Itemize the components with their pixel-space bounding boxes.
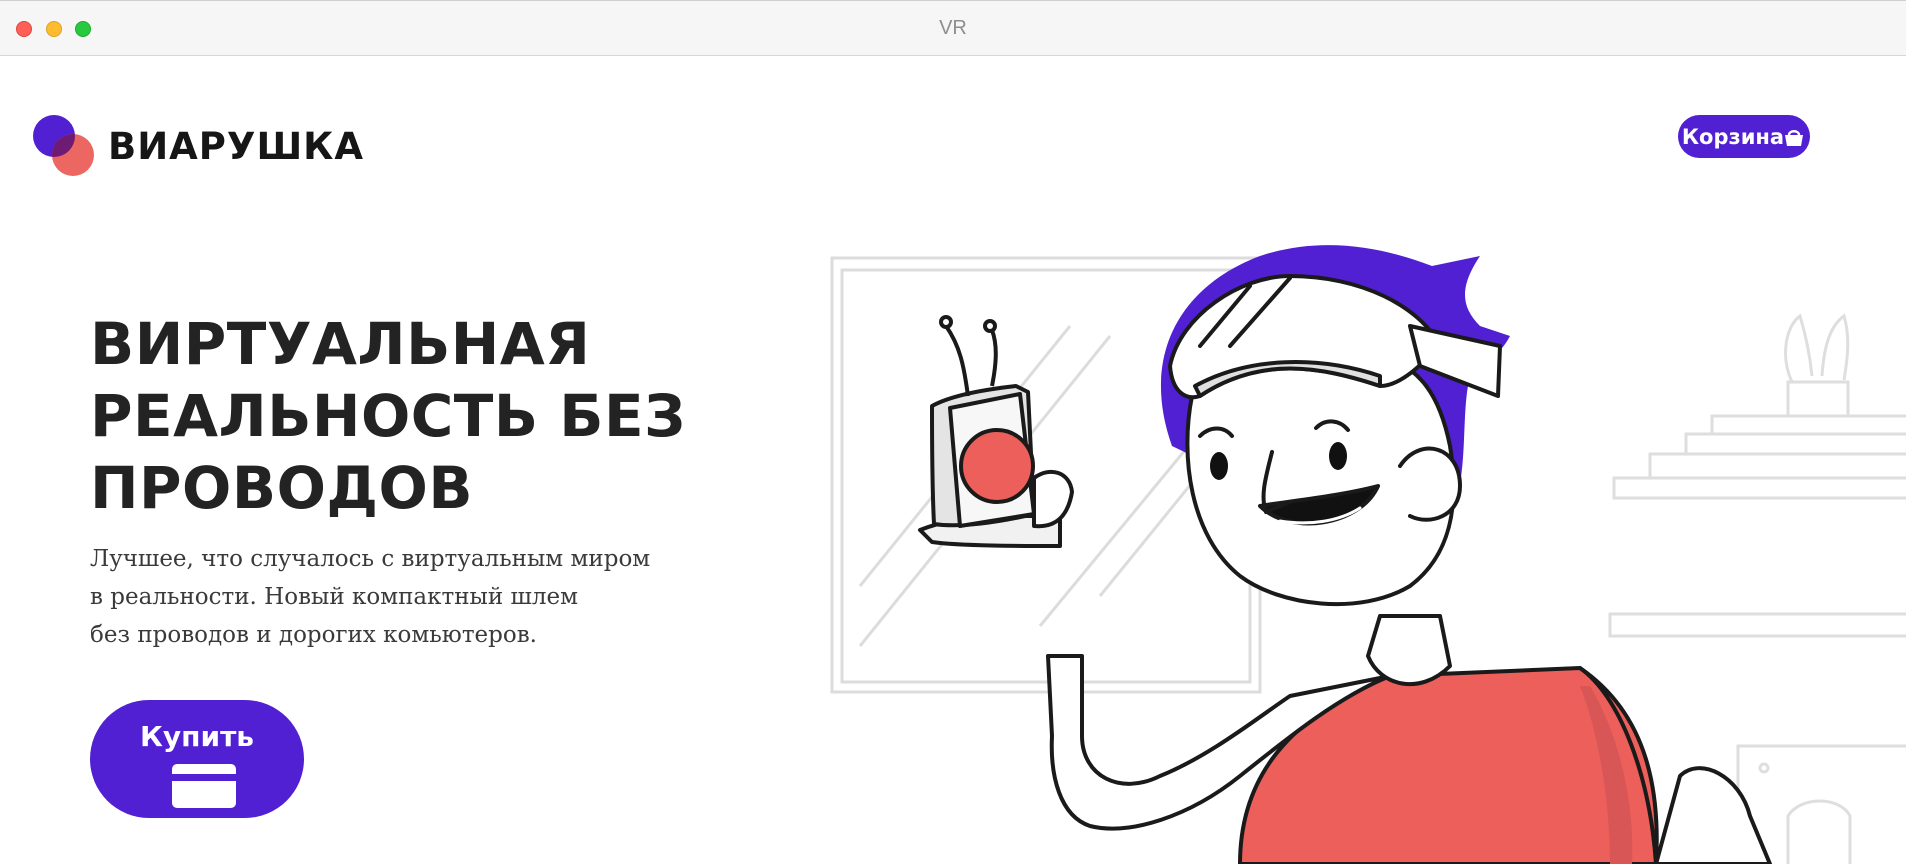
brand-logo[interactable]: ВИАРУШКА xyxy=(32,114,363,182)
hero-title: ВИРТУАЛЬНАЯ РЕАЛЬНОСТЬ БЕЗ ПРОВОДОВ xyxy=(90,308,710,524)
shelves-drawing xyxy=(1608,313,1906,864)
logo-circles-icon xyxy=(33,115,94,176)
cart-button[interactable]: Корзина xyxy=(1678,115,1810,158)
window-title: VR xyxy=(939,17,967,39)
hero-description-line: в реальности. Новый компактный шлем xyxy=(90,584,578,610)
hero-title-line: РЕАЛЬНОСТЬ БЕЗ xyxy=(90,382,686,450)
cart-label: Корзина xyxy=(1681,124,1785,149)
hero-description-line: без проводов и дорогих комьютеров. xyxy=(90,622,537,648)
credit-card-icon xyxy=(172,764,236,808)
hero-title-line: ВИРТУАЛЬНАЯ xyxy=(90,310,591,378)
buy-label: Купить xyxy=(139,720,255,753)
landing-page: ВИАРУШКА Корзина ВИРТУАЛЬНАЯ РЕАЛЬНОСТЬ … xyxy=(0,56,1906,864)
brand-name: ВИАРУШКА xyxy=(108,125,365,168)
vr-user-illustration xyxy=(830,245,1906,864)
window-titlebar: VR xyxy=(0,0,1906,56)
person-body-drawing xyxy=(1046,614,1772,864)
hero-description: Лучшее, что случалось с виртуальным миро… xyxy=(90,540,710,654)
hero-title-line: ПРОВОДОВ xyxy=(90,454,474,522)
buy-button[interactable]: Купить xyxy=(90,700,304,818)
basket-icon xyxy=(1785,129,1804,146)
hero-description-line: Лучшее, что случалось с виртуальным миро… xyxy=(90,546,651,572)
head-drawing xyxy=(1160,245,1510,607)
